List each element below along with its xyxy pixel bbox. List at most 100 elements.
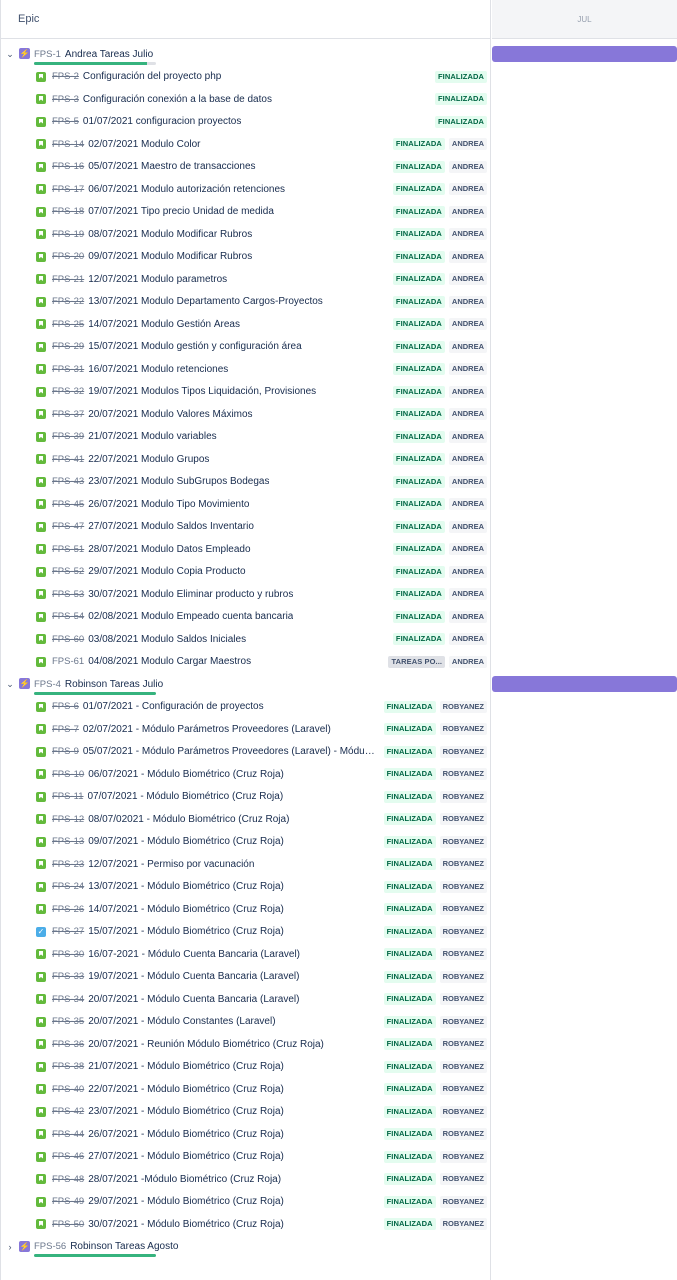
issue-key[interactable]: FPS-9 [52, 746, 79, 757]
issue-row[interactable]: FPS-36 20/07/2021 - Reunión Módulo Biomét… [1, 1033, 490, 1056]
status-badge[interactable]: FINALIZADA [383, 1015, 436, 1028]
issue-row[interactable]: FPS-24 13/07/2021 - Módulo Biométrico (Cr… [1, 876, 490, 899]
issue-row[interactable]: FPS-5 01/07/2021 configuracion proyectos F… [1, 111, 490, 134]
issue-row[interactable]: FPS-12 08/07/02021 - Módulo Biométrico (C… [1, 808, 490, 831]
issue-row[interactable]: FPS-9 05/07/2021 - Módulo Parámetros Prov… [1, 741, 490, 764]
issue-summary[interactable]: 29/07/2021 - Módulo Biométrico (Cruz Roj… [88, 1196, 284, 1207]
issue-row[interactable]: FPS-2 Configuración del proyecto php FINAL… [1, 66, 490, 89]
issue-row[interactable]: FPS-48 28/07/2021 -Módulo Biométrico (Cru… [1, 1168, 490, 1191]
status-badge[interactable]: FINALIZADA [383, 1105, 436, 1118]
issue-row[interactable]: FPS-46 27/07/2021 - Módulo Biométrico (Cr… [1, 1146, 490, 1169]
issue-row[interactable]: FPS-38 21/07/2021 - Módulo Biométrico (Cr… [1, 1056, 490, 1079]
status-badge[interactable]: FINALIZADA [435, 93, 487, 106]
issue-summary[interactable]: 30/07/2021 - Módulo Biométrico (Cruz Roj… [88, 1219, 284, 1230]
issue-summary[interactable]: 20/07/2021 - Módulo Constantes (Laravel) [88, 1016, 275, 1027]
issue-row[interactable]: FPS-53 30/07/2021 Modulo Eliminar product… [1, 583, 490, 606]
epic-timeline-bar[interactable] [492, 676, 677, 692]
epic-row[interactable]: › ⚡ FPS-56 Robinson Tareas Agosto [1, 1236, 490, 1259]
issue-row[interactable]: FPS-22 13/07/2021 Modulo Departamento Car… [1, 291, 490, 314]
epic-key[interactable]: FPS-4 [34, 679, 61, 690]
issue-key[interactable]: FPS-49 [52, 1196, 84, 1207]
issue-key[interactable]: FPS-16 [52, 161, 84, 172]
issue-key[interactable]: FPS-18 [52, 206, 84, 217]
issue-key[interactable]: FPS-60 [52, 634, 84, 645]
issue-summary[interactable]: 19/07/2021 - Módulo Cuenta Bancaria (Lar… [88, 971, 299, 982]
issue-summary[interactable]: 02/07/2021 Modulo Color [88, 139, 200, 150]
status-badge[interactable]: FINALIZADA [383, 948, 436, 961]
issue-summary[interactable]: 12/07/2021 Modulo parametros [88, 274, 227, 285]
issue-summary[interactable]: 19/07/2021 Modulos Tipos Liquidación, Pr… [88, 386, 316, 397]
issue-row[interactable]: FPS-26 14/07/2021 - Módulo Biométrico (Cr… [1, 898, 490, 921]
issue-summary[interactable]: 04/08/2021 Modulo Cargar Maestros [88, 656, 251, 667]
status-badge[interactable]: FINALIZADA [435, 70, 487, 83]
issue-summary[interactable]: 15/07/2021 - Módulo Biométrico (Cruz Roj… [88, 926, 284, 937]
chevron-right-icon[interactable]: › [5, 1242, 15, 1252]
status-badge[interactable]: FINALIZADA [392, 228, 445, 241]
issue-key[interactable]: FPS-29 [52, 341, 84, 352]
issue-row[interactable]: FPS-19 08/07/2021 Modulo Modificar Rubros… [1, 223, 490, 246]
issue-key[interactable]: FPS-21 [52, 274, 84, 285]
issue-row[interactable]: FPS-47 27/07/2021 Modulo Saldos Inventari… [1, 516, 490, 539]
issue-key[interactable]: FPS-36 [52, 1039, 84, 1050]
issue-row[interactable]: FPS-49 29/07/2021 - Módulo Biométrico (Cr… [1, 1191, 490, 1214]
epic-timeline-bar[interactable] [492, 46, 677, 62]
issue-summary[interactable]: 07/07/2021 Tipo precio Unidad de medida [88, 206, 274, 217]
issue-key[interactable]: FPS-25 [52, 319, 84, 330]
issue-key[interactable]: FPS-41 [52, 454, 84, 465]
status-badge[interactable]: FINALIZADA [383, 880, 436, 893]
status-badge[interactable]: FINALIZADA [383, 1060, 436, 1073]
issue-row[interactable]: FPS-3 Configuración conexión a la base de… [1, 88, 490, 111]
status-badge[interactable]: FINALIZADA [435, 115, 487, 128]
issue-summary[interactable]: 21/07/2021 Modulo variables [88, 431, 216, 442]
issue-summary[interactable]: 16/07-2021 - Módulo Cuenta Bancaria (Lar… [88, 949, 300, 960]
issue-summary[interactable]: 08/07/2021 Modulo Modificar Rubros [88, 229, 252, 240]
issue-row[interactable]: FPS-30 16/07-2021 - Módulo Cuenta Bancari… [1, 943, 490, 966]
issue-row[interactable]: FPS-23 12/07/2021 - Permiso por vacunació… [1, 853, 490, 876]
issue-row[interactable]: FPS-10 06/07/2021 - Módulo Biométrico (Cr… [1, 763, 490, 786]
issue-row[interactable]: FPS-33 19/07/2021 - Módulo Cuenta Bancari… [1, 966, 490, 989]
issue-summary[interactable]: 07/07/2021 - Módulo Biométrico (Cruz Roj… [88, 791, 284, 802]
issue-row[interactable]: FPS-21 12/07/2021 Modulo parametros ANDREA… [1, 268, 490, 291]
issue-key[interactable]: FPS-54 [52, 611, 84, 622]
status-badge[interactable]: FINALIZADA [392, 588, 445, 601]
issue-key[interactable]: FPS-14 [52, 139, 84, 150]
issue-row[interactable]: FPS-6 01/07/2021 - Configuración de proye… [1, 696, 490, 719]
issue-key[interactable]: FPS-7 [52, 724, 79, 735]
issue-key[interactable]: FPS-20 [52, 251, 84, 262]
status-badge[interactable]: FINALIZADA [383, 1150, 436, 1163]
issue-summary[interactable]: 12/07/2021 - Permiso por vacunación [88, 859, 254, 870]
status-badge[interactable]: FINALIZADA [383, 1218, 436, 1231]
issue-key[interactable]: FPS-43 [52, 476, 84, 487]
issue-key[interactable]: FPS-2 [52, 71, 79, 82]
status-badge[interactable]: FINALIZADA [392, 610, 445, 623]
status-badge[interactable]: FINALIZADA [383, 700, 436, 713]
issue-row[interactable]: FPS-54 02/08/2021 Modulo Empeado cuenta b… [1, 606, 490, 629]
issue-row[interactable]: FPS-52 29/07/2021 Modulo Copia Producto AN… [1, 561, 490, 584]
issue-summary[interactable]: 20/07/2021 - Reunión Módulo Biométrico (… [88, 1039, 324, 1050]
status-badge[interactable]: FINALIZADA [383, 768, 436, 781]
issue-row[interactable]: FPS-16 05/07/2021 Maestro de transaccione… [1, 156, 490, 179]
issue-summary[interactable]: Configuración conexión a la base de dato… [83, 94, 272, 105]
issue-summary[interactable]: 08/07/02021 - Módulo Biométrico (Cruz Ro… [88, 814, 289, 825]
status-badge[interactable]: FINALIZADA [383, 993, 436, 1006]
status-badge[interactable]: FINALIZADA [392, 273, 445, 286]
issue-row[interactable]: FPS-50 30/07/2021 - Módulo Biométrico (Cr… [1, 1213, 490, 1236]
issue-summary[interactable]: 06/07/2021 - Módulo Biométrico (Cruz Roj… [88, 769, 284, 780]
chevron-down-icon[interactable]: ⌄ [5, 679, 15, 690]
status-badge[interactable]: FINALIZADA [392, 318, 445, 331]
issue-summary[interactable]: 06/07/2021 Modulo autorización retencion… [88, 184, 285, 195]
status-badge[interactable]: FINALIZADA [392, 520, 445, 533]
issue-key[interactable]: FPS-53 [52, 589, 84, 600]
issue-summary[interactable]: 14/07/2021 - Módulo Biométrico (Cruz Roj… [88, 904, 284, 915]
status-badge[interactable]: FINALIZADA [392, 633, 445, 646]
issue-row[interactable]: FPS-20 09/07/2021 Modulo Modificar Rubros… [1, 246, 490, 269]
status-badge[interactable]: FINALIZADA [392, 250, 445, 263]
issue-key[interactable]: FPS-34 [52, 994, 84, 1005]
issue-row[interactable]: FPS-39 21/07/2021 Modulo variables ANDREA F… [1, 426, 490, 449]
issue-key[interactable]: FPS-48 [52, 1174, 84, 1185]
issue-row[interactable]: FPS-32 19/07/2021 Modulos Tipos Liquidaci… [1, 381, 490, 404]
issue-key[interactable]: FPS-44 [52, 1129, 84, 1140]
issue-key[interactable]: FPS-24 [52, 881, 84, 892]
issue-row[interactable]: FPS-44 26/07/2021 - Módulo Biométrico (Cr… [1, 1123, 490, 1146]
status-badge[interactable]: FINALIZADA [392, 498, 445, 511]
